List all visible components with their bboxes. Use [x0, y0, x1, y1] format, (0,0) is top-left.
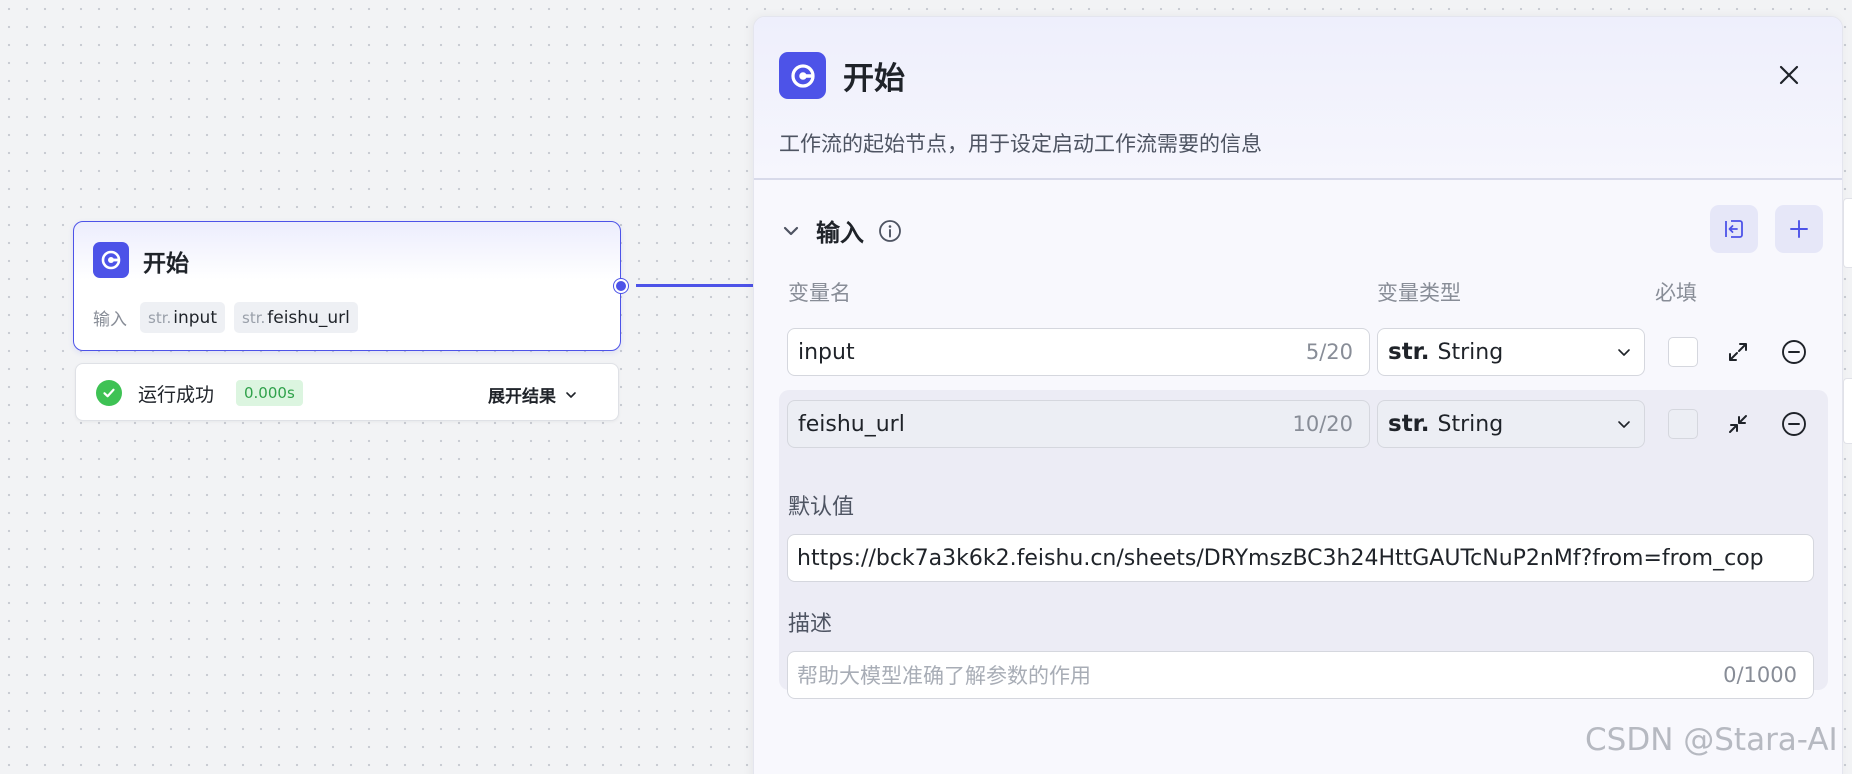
default-value-input[interactable]: https://bck7a3k6k2.feishu.cn/sheets/DRYm…: [787, 534, 1814, 582]
type-value: String: [1437, 411, 1504, 437]
required-checkbox[interactable]: [1668, 409, 1698, 439]
char-count: 5/20: [1305, 340, 1353, 364]
panel-title: 开始: [843, 61, 905, 97]
node-title: 开始: [143, 251, 189, 277]
type-prefix: str.: [1388, 339, 1430, 365]
default-value-text: https://bck7a3k6k2.feishu.cn/sheets/DRYm…: [797, 545, 1764, 571]
type-value: String: [1437, 339, 1504, 365]
required-checkbox[interactable]: [1668, 337, 1698, 367]
section-title: 输入: [816, 219, 864, 247]
input-tag-type: str.: [242, 308, 266, 327]
expand-icon[interactable]: [1725, 339, 1751, 365]
adjacent-panel-edge: [1843, 378, 1852, 444]
add-variable-button[interactable]: [1775, 205, 1823, 253]
description-input[interactable]: 帮助大模型准确了解参数的作用 0/1000: [787, 651, 1814, 699]
run-duration-badge: 0.000s: [236, 380, 303, 406]
column-header-required: 必填: [1655, 281, 1697, 305]
description-placeholder: 帮助大模型准确了解参数的作用: [797, 664, 1091, 688]
close-icon[interactable]: [1775, 61, 1803, 89]
check-circle-icon: [96, 380, 122, 406]
panel-description: 工作流的起始节点，用于设定启动工作流需要的信息: [779, 132, 1262, 156]
plus-icon: [1790, 220, 1808, 238]
connection-edge[interactable]: [636, 284, 756, 287]
import-icon: [1725, 220, 1743, 238]
variable-name-value: feishu_url: [798, 411, 905, 437]
expand-result-button[interactable]: 展开结果: [488, 382, 578, 407]
watermark: CSDN @Stara-AI: [1585, 722, 1838, 758]
default-value-label: 默认值: [788, 495, 855, 520]
column-header-name: 变量名: [788, 281, 851, 305]
node-config-panel: 开始 工作流的起始节点，用于设定启动工作流需要的信息 输入 变量名 变量类型 必…: [753, 16, 1843, 774]
adjacent-panel-edge: [1843, 198, 1852, 268]
input-tag-type: str.: [148, 308, 172, 327]
node-inputs-label: 输入: [93, 310, 127, 330]
run-status-text: 运行成功: [138, 384, 215, 406]
expand-result-label: 展开结果: [488, 387, 556, 407]
char-count: 10/20: [1292, 412, 1353, 436]
chevron-down-icon: [1618, 421, 1630, 428]
run-status-bar: 运行成功 0.000s 展开结果: [75, 363, 619, 421]
variable-type-select[interactable]: str. String: [1377, 400, 1645, 448]
input-tag: str. input: [140, 302, 225, 333]
input-tag-name: input: [173, 307, 217, 328]
remove-icon[interactable]: [1780, 410, 1808, 438]
variable-type-select[interactable]: str. String: [1377, 328, 1645, 376]
remove-icon[interactable]: [1780, 338, 1808, 366]
column-header-type: 变量类型: [1377, 281, 1461, 305]
description-label: 描述: [788, 612, 833, 637]
start-node-icon: [779, 52, 826, 99]
panel-header: 开始 工作流的起始节点，用于设定启动工作流需要的信息: [754, 17, 1842, 180]
node-output-port[interactable]: [614, 279, 628, 293]
variable-name-input[interactable]: feishu_url 10/20: [787, 400, 1370, 448]
variable-name-input[interactable]: input 5/20: [787, 328, 1370, 376]
collapse-icon[interactable]: [1725, 411, 1751, 437]
node-inputs: 输入 str. input str. feishu_url: [93, 302, 358, 333]
variable-name-value: input: [798, 339, 855, 365]
start-node-card[interactable]: 开始 输入 str. input str. feishu_url: [73, 221, 621, 351]
chevron-down-icon: [1618, 349, 1630, 356]
input-section-header[interactable]: 输入: [780, 213, 902, 248]
start-node-icon: [93, 242, 129, 278]
input-tag-name: feishu_url: [267, 307, 350, 328]
import-button[interactable]: [1710, 205, 1758, 253]
input-tag: str. feishu_url: [234, 302, 358, 333]
char-count: 0/1000: [1723, 663, 1797, 687]
info-icon[interactable]: [878, 219, 902, 243]
chevron-down-icon: [566, 391, 576, 398]
type-prefix: str.: [1388, 411, 1430, 437]
chevron-down-icon[interactable]: [780, 220, 802, 242]
